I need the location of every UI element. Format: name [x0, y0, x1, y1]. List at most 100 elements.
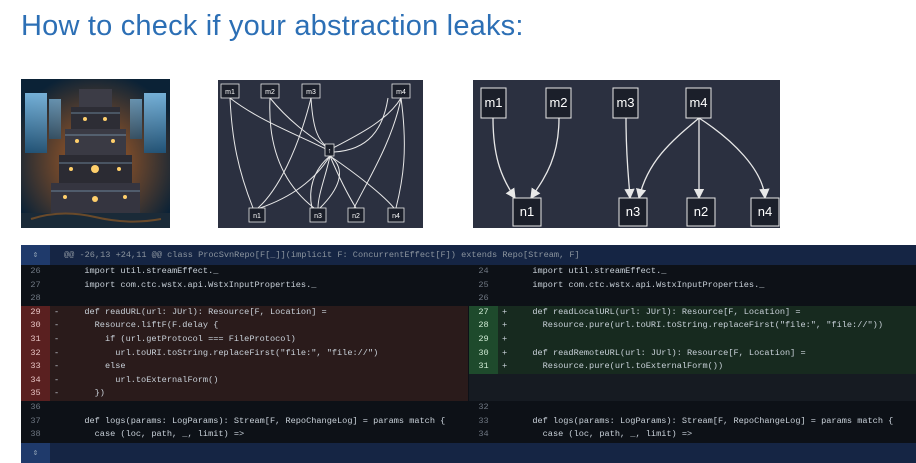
diff-sign: - — [54, 361, 60, 372]
diff-bottom-bar: ⇕ — [21, 443, 916, 463]
hunk-header-text: @@ -26,13 +24,11 @@ class ProcSvnRepo[F[… — [64, 250, 580, 260]
clean-dependency-graph: m1 m2 m3 m4 n1 n3 n2 n4 — [473, 80, 780, 228]
diff-line-right: 30 + def readRemoteURL(url: JUrl): Resour… — [469, 346, 916, 361]
diff-line-right: 26 — [469, 292, 916, 306]
line-number: 27 — [469, 305, 498, 320]
diff-sign: - — [54, 320, 60, 331]
code-diff-view: ⇕ @@ -26,13 +24,11 @@ class ProcSvnRepo[… — [21, 245, 916, 463]
code-text: url.toURI.toString.replaceFirst("file:",… — [74, 347, 379, 358]
graph-small-node-n2: n2 — [352, 213, 360, 220]
graph-small-node-n3: n3 — [314, 213, 322, 220]
line-number: 38 — [30, 429, 41, 440]
diff-line-left: 38 case (loc, path, _, limit) => — [21, 428, 468, 442]
diff-sign: + — [502, 347, 508, 358]
diff-line-right: 33 def logs(params: LogParams): Stream[F… — [469, 415, 916, 429]
graph-small-node-m2: m2 — [265, 89, 275, 96]
slide-title: How to check if your abstraction leaks: — [21, 10, 524, 42]
line-number: 30 — [469, 346, 498, 361]
line-number: 29 — [21, 305, 50, 320]
diff-line-right: 31 + Resource.pure(url.toExternalForm()) — [469, 360, 916, 374]
graph-large-node-n4: n4 — [758, 204, 772, 219]
line-number: 32 — [21, 346, 50, 361]
code-text: def logs(params: LogParams): Stream[F, R… — [74, 415, 446, 426]
graph-small-node-m4: m4 — [396, 89, 406, 96]
diff-line-left: 36 — [21, 401, 468, 415]
diff-line-right: 25 import com.ctc.wstx.api.WstxInputProp… — [469, 279, 916, 293]
graph-large-node-m1: m1 — [484, 95, 502, 110]
diff-line-right — [469, 387, 916, 401]
line-number: 37 — [30, 415, 41, 426]
line-number: 31 — [21, 333, 50, 347]
code-text: def readURL(url: JUrl): Resource[F, Loca… — [74, 306, 327, 317]
code-text: Resource.pure(url.toURI.toString.replace… — [522, 320, 883, 331]
line-number: 34 — [478, 429, 489, 440]
line-number: 26 — [30, 266, 41, 276]
diff-sign: - — [54, 388, 60, 399]
diff-line-left: 26 import util.streamEffect._ — [21, 265, 468, 279]
code-text: import util.streamEffect._ — [522, 266, 667, 276]
code-text: import util.streamEffect._ — [74, 266, 219, 276]
graph-large-node-n1: n1 — [520, 204, 534, 219]
line-number: 34 — [21, 373, 50, 388]
line-number: 25 — [478, 279, 489, 290]
diff-line-right: 29 + — [469, 333, 916, 347]
diff-line-left: 32- url.toURI.toString.replaceFirst("fil… — [21, 346, 468, 361]
code-text: def logs(params: LogParams): Stream[F, R… — [522, 415, 894, 426]
diff-sign: - — [54, 306, 60, 317]
diff-line-left: 31- if (url.getProtocol === FileProtocol… — [21, 333, 468, 347]
line-number: 33 — [478, 415, 489, 426]
line-number: 26 — [478, 293, 489, 304]
diff-sign: - — [54, 347, 60, 358]
line-number: 27 — [30, 279, 41, 290]
code-text: case (loc, path, _, limit) => — [74, 429, 245, 440]
diff-line-left: 34- url.toExternalForm() — [21, 373, 468, 388]
diff-line-left: 33- else — [21, 360, 468, 374]
line-number: 24 — [478, 266, 489, 276]
line-number: 28 — [469, 319, 498, 333]
expand-down-icon[interactable]: ⇕ — [21, 443, 50, 463]
graph-small-node-m1: m1 — [225, 89, 235, 96]
diff-line-left: 27 import com.ctc.wstx.api.WstxInputProp… — [21, 279, 468, 293]
line-number: 30 — [21, 319, 50, 333]
line-number: 35 — [21, 387, 50, 401]
tangled-dependency-graph: m1 m2 m3 m4 ↑ n1 n3 n2 n4 — [218, 80, 423, 228]
graph-large-node-m4: m4 — [689, 95, 707, 110]
diff-sign: + — [502, 320, 508, 331]
code-text: else — [74, 361, 126, 372]
code-text: if (url.getProtocol === FileProtocol) — [74, 334, 296, 344]
diff-line-right: 24 import util.streamEffect._ — [469, 265, 916, 279]
diff-sign: - — [54, 334, 60, 344]
graph-small-node-n4: n4 — [392, 213, 400, 220]
graph-large-node-m2: m2 — [549, 95, 567, 110]
code-text: }) — [74, 388, 105, 399]
diff-line-left: 37 def logs(params: LogParams): Stream[F… — [21, 415, 468, 429]
graph-large-node-n3: n3 — [626, 204, 640, 219]
graph-small-hub: ↑ — [328, 148, 332, 155]
line-number: 36 — [30, 402, 41, 412]
code-text: def readLocalURL(url: JUrl): Resource[F,… — [522, 306, 801, 317]
diff-line-right: 34 case (loc, path, _, limit) => — [469, 428, 916, 442]
diff-line-right: 28 + Resource.pure(url.toURI.toString.rep… — [469, 319, 916, 333]
diff-line-right — [469, 373, 916, 388]
graph-large-node-m3: m3 — [616, 95, 634, 110]
code-text: Resource.liftF(F.delay { — [74, 320, 219, 331]
diff-line-left: 29- def readURL(url: JUrl): Resource[F, … — [21, 305, 468, 320]
line-number: 32 — [478, 402, 489, 412]
graph-small-node-n1: n1 — [253, 213, 261, 220]
server-illustration — [21, 79, 170, 228]
diff-sign: - — [54, 374, 60, 385]
code-text: url.toExternalForm() — [74, 374, 219, 385]
diff-sign: + — [502, 306, 508, 317]
diff-line-right: 32 — [469, 401, 916, 415]
diff-sign: + — [502, 334, 508, 344]
expand-up-icon[interactable]: ⇕ — [21, 245, 50, 265]
line-number: 33 — [21, 360, 50, 374]
graph-large-node-n2: n2 — [694, 204, 708, 219]
code-text: case (loc, path, _, limit) => — [522, 429, 693, 440]
diff-line-left: 35- }) — [21, 387, 468, 401]
code-text: def readRemoteURL(url: JUrl): Resource[F… — [522, 347, 806, 358]
code-text: import com.ctc.wstx.api.WstxInputPropert… — [522, 279, 765, 290]
diff-line-left: 30- Resource.liftF(F.delay { — [21, 319, 468, 333]
diff-sign: + — [502, 361, 508, 372]
code-text: Resource.pure(url.toExternalForm()) — [522, 361, 724, 372]
